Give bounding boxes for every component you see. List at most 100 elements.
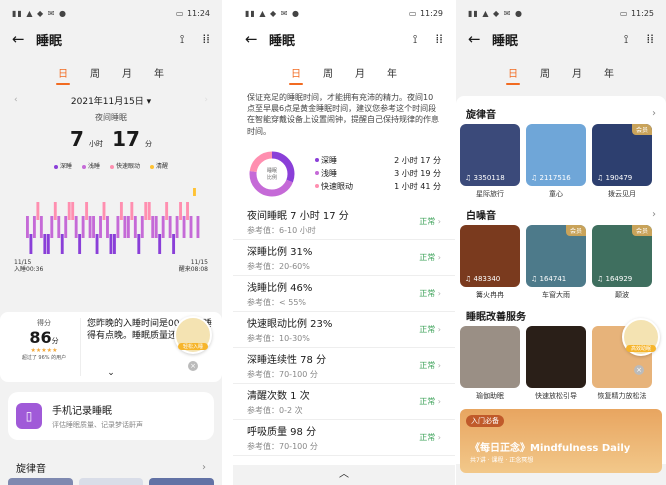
ring-label-2: 比例 <box>267 174 277 181</box>
efficient-sleep-float[interactable]: 高效助眠 <box>622 318 660 356</box>
sleep-start-label: 11/15 入睡00:36 <box>14 259 44 273</box>
melody-section-header[interactable]: 旋律音 › <box>6 456 216 478</box>
tab-year[interactable]: 年 <box>152 65 166 80</box>
audio-item[interactable]: ♫ 190479 会员 拨云见月 <box>592 124 652 199</box>
metric-row[interactable]: 呼吸质量 98 分参考值：70-100 分 正常 › <box>233 420 455 456</box>
section-title: 睡眠改善服务 <box>466 311 526 323</box>
stage-bar-light <box>116 216 120 238</box>
chevron-right-icon[interactable]: › <box>652 209 656 220</box>
legend-deep: 深睡 <box>53 161 72 170</box>
share-icon[interactable]: ⟟ <box>624 32 628 47</box>
metric-row[interactable]: 夜间睡眠 7 小时 17 分参考值：6-10 小时 正常 › <box>233 204 455 240</box>
stage-bar-deep <box>172 234 176 254</box>
back-arrow-icon[interactable]: ← <box>245 30 269 48</box>
next-date-icon[interactable]: › <box>204 95 208 105</box>
thumbnail-image: ♫ 164929 会员 <box>592 225 652 287</box>
tab-day[interactable]: 日 <box>56 65 70 85</box>
legend-awake: 清醒 <box>150 161 168 170</box>
tab-month[interactable]: 月 <box>570 65 584 80</box>
stage-bar-light <box>196 216 200 238</box>
stage-bar-deep <box>60 234 64 254</box>
stage-bar-deep <box>78 234 82 254</box>
minutes-unit: 分 <box>145 140 153 148</box>
collapse-chevron-icon[interactable]: ⌄ <box>0 368 222 378</box>
battery-icon: ▭ <box>175 8 185 18</box>
tab-week[interactable]: 周 <box>88 65 102 80</box>
prev-date-icon[interactable]: ‹ <box>14 95 18 105</box>
audio-item[interactable]: 瑜伽助眠 <box>460 326 520 401</box>
metric-title: 快速眼动比例 23% <box>247 319 333 330</box>
thumb-preview[interactable] <box>8 478 73 485</box>
stage-bar-light <box>133 216 137 238</box>
date-selector[interactable]: 2021年11月15日 <box>71 97 144 107</box>
metric-row[interactable]: 浅睡比例 46% 参考值：< 55% 正常 › <box>233 276 455 312</box>
chevron-right-icon[interactable]: › <box>652 108 656 119</box>
page-title: 睡眠 <box>269 33 296 49</box>
play-count: ♫ 483340 <box>465 275 501 283</box>
chevron-right-icon: › <box>437 361 441 370</box>
share-icon[interactable]: ⟟ <box>413 32 417 47</box>
stage-bar-light <box>99 216 102 238</box>
easy-sleep-float[interactable]: 轻松入睡 <box>174 316 212 354</box>
more-icon[interactable]: ⁞⁞ <box>646 32 654 46</box>
metric-status: 正常 <box>419 397 436 406</box>
sleep-ratio-ring: 睡眠 比例 <box>249 151 295 197</box>
stage-bar-deep <box>137 234 141 254</box>
thumb-preview[interactable] <box>149 478 215 485</box>
audio-item[interactable]: ♫ 2117516 童心 <box>526 124 586 199</box>
back-arrow-icon[interactable]: ← <box>12 30 36 48</box>
metric-reference: 参考值：< 55% <box>247 298 307 307</box>
banner-subtitle: 共7讲 · 课程 · 正念冥想 <box>470 457 534 464</box>
audio-item[interactable]: ♫ 164929 会员 颠波 <box>592 225 652 300</box>
item-name: 拨云见月 <box>608 190 636 198</box>
audio-item[interactable]: 快速放松引导 <box>526 326 586 401</box>
tab-week[interactable]: 周 <box>538 65 552 80</box>
tab-day[interactable]: 日 <box>506 65 520 85</box>
section-title: 旋律音 <box>466 109 496 121</box>
chevron-right-icon: › <box>437 397 441 406</box>
phone-record-card[interactable]: ▯ 手机记录睡眠 评估睡眠质量、记录梦话鼾声 <box>8 392 214 440</box>
metric-row[interactable]: 深睡连续性 78 分参考值：70-100 分 正常 › <box>233 348 455 384</box>
audio-item[interactable]: ♫ 3350118 星际旅行 <box>460 124 520 199</box>
tab-year[interactable]: 年 <box>602 65 616 80</box>
legend-light: 浅睡 <box>81 161 100 170</box>
metric-status: 正常 <box>419 253 436 262</box>
signal-icons: ▮▮ ▲ ◆ ✉ ● <box>12 8 67 18</box>
play-count: ♫ 3350118 <box>465 174 505 182</box>
sleep-duration: 7 小时 17 分 <box>0 127 222 151</box>
sleep-advice-text: 保证充足的睡眠时间，才能拥有充沛的精力。夜间10点至早晨6点是黄金睡眠时间，建议… <box>247 93 439 136</box>
light-dot-icon <box>81 164 86 169</box>
more-icon[interactable]: ⁞⁞ <box>202 32 210 46</box>
sleep-detail-panel: ▮▮ ▲ ◆ ✉ ● ▭ 11:29 ← 睡眠 ⟟ ⁞⁞ 日 周 月 年 保证充… <box>233 0 455 485</box>
more-icon[interactable]: ⁞⁞ <box>435 32 443 46</box>
metric-row[interactable]: 深睡比例 31% 参考值：20-60% 正常 › <box>233 240 455 276</box>
signal-icons: ▮▮ ▲ ◆ ✉ ● <box>245 8 300 18</box>
sleep-metrics-list: 夜间睡眠 7 小时 17 分参考值：6-10 小时 正常 › 深睡比例 31% 参考值… <box>233 204 455 456</box>
stage-bar-light <box>74 216 78 238</box>
melody-section-header[interactable]: 旋律音 › <box>456 102 666 124</box>
audio-item[interactable]: ♫ 483340 篝火冉冉 <box>460 225 520 300</box>
audio-item[interactable]: ♫ 164741 会员 车窗大雨 <box>526 225 586 300</box>
tab-day[interactable]: 日 <box>289 65 303 85</box>
metric-row[interactable]: 清醒次数 1 次参考值：0-2 次 正常 › <box>233 384 455 420</box>
chevron-down-icon[interactable]: ▾ <box>147 97 152 107</box>
mindfulness-banner[interactable]: 入门必备 《每日正念》Mindfulness Daily 共7讲 · 课程 · … <box>460 409 662 473</box>
stage-bar-light <box>175 216 179 238</box>
close-icon[interactable]: × <box>634 365 644 375</box>
tab-month[interactable]: 月 <box>353 65 367 80</box>
share-icon[interactable]: ⟟ <box>180 32 184 47</box>
tab-week[interactable]: 周 <box>321 65 335 80</box>
stage-bar-light <box>64 216 68 238</box>
tab-month[interactable]: 月 <box>120 65 134 80</box>
metric-row[interactable]: 快速眼动比例 23% 参考值：10-30% 正常 › <box>233 312 455 348</box>
noise-section-header[interactable]: 白噪音 › <box>456 203 666 225</box>
stage-bar-light <box>106 216 109 238</box>
tab-year[interactable]: 年 <box>385 65 399 80</box>
thumb-preview[interactable] <box>78 478 144 485</box>
stage-bar-rem <box>67 202 71 220</box>
chevron-right-icon[interactable]: › <box>202 462 206 473</box>
back-arrow-icon[interactable]: ← <box>468 30 492 48</box>
collapse-up-icon[interactable]: ︿ <box>233 465 455 485</box>
stage-bar-deep <box>158 234 162 254</box>
stage-bar-rem <box>130 202 134 220</box>
